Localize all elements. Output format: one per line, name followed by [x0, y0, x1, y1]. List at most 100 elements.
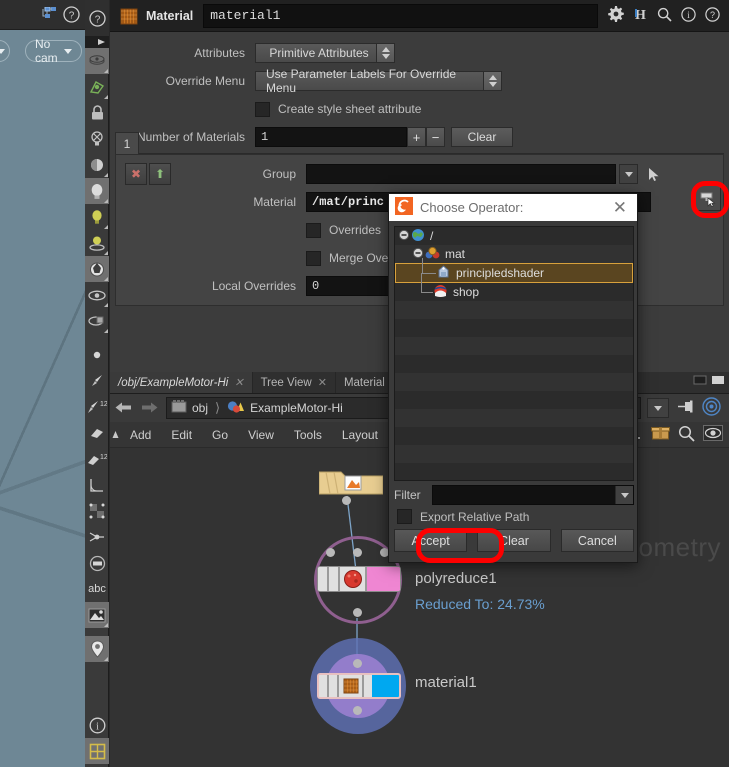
camera-globe-icon[interactable] — [85, 256, 109, 282]
info-icon[interactable]: i — [85, 712, 109, 738]
parameter-node-name: material1 — [210, 8, 280, 23]
target-icon[interactable] — [702, 397, 721, 419]
viewport-tool-shelf[interactable]: ? — [85, 0, 109, 767]
material-tab-1[interactable]: 1 — [115, 132, 139, 154]
info-icon[interactable]: i — [681, 7, 696, 25]
group-dropdown-button[interactable] — [619, 164, 638, 184]
attributes-dropdown[interactable]: Primitive Attributes — [255, 43, 395, 63]
chevron-down-icon — [621, 493, 629, 498]
attributes-value: Primitive Attributes — [269, 46, 368, 60]
export-relative-path-checkbox[interactable] — [397, 509, 412, 524]
back-button[interactable] — [110, 397, 136, 419]
material-delete-button[interactable]: ✖ — [125, 163, 147, 185]
image-icon[interactable] — [85, 602, 109, 628]
menu-tools[interactable]: Tools — [284, 428, 332, 442]
maximize-icon[interactable] — [711, 374, 725, 389]
help-icon[interactable]: ? — [705, 7, 720, 25]
network-path-dropdown[interactable] — [647, 398, 669, 418]
network-share-icon[interactable] — [41, 7, 57, 25]
viewport-view-menu[interactable] — [0, 40, 10, 62]
select-icon[interactable] — [85, 48, 109, 74]
search-icon[interactable] — [678, 425, 695, 445]
file-node-output[interactable] — [342, 496, 351, 505]
abc-icon[interactable]: abc — [85, 576, 109, 602]
axis-icon[interactable] — [85, 524, 109, 550]
override-menu-dropdown[interactable]: Use Parameter Labels For Override Menu — [255, 71, 502, 91]
eye-icon[interactable] — [85, 282, 109, 308]
help-icon[interactable]: ? — [63, 6, 80, 26]
network-tab-tree-view[interactable]: Tree View ✕ — [253, 372, 336, 393]
dialog-titlebar[interactable]: Choose Operator: ✕ — [389, 194, 637, 221]
close-icon[interactable]: ✕ — [318, 376, 327, 389]
houdini-h-icon[interactable]: H — [633, 6, 648, 25]
style-sheet-checkbox[interactable] — [255, 102, 270, 117]
tree-row-shop[interactable]: shop — [395, 283, 633, 301]
file-node[interactable] — [319, 468, 383, 494]
polyreduce-input-1[interactable] — [353, 548, 362, 557]
paint-12-icon[interactable]: 12 — [85, 446, 109, 472]
gear-icon[interactable] — [608, 6, 624, 25]
pin-icon[interactable] — [677, 399, 694, 417]
polyreduce-node[interactable] — [317, 566, 401, 592]
menu-layout[interactable]: Layout — [332, 428, 388, 442]
material-move-up-button[interactable]: ⬆ — [149, 163, 171, 185]
close-icon[interactable]: ✕ — [609, 199, 631, 216]
network-tab-obj-examplemotor-hi[interactable]: /obj/ExampleMotor-Hi ✕ — [110, 372, 253, 393]
viewport-camera-menu[interactable]: No cam — [25, 40, 82, 62]
group-input[interactable] — [306, 164, 616, 184]
brush-icon[interactable] — [85, 368, 109, 394]
polyreduce-output[interactable] — [353, 608, 362, 617]
area-light-icon[interactable] — [85, 230, 109, 256]
cancel-button[interactable]: Cancel — [561, 529, 634, 552]
close-icon[interactable]: ✕ — [234, 376, 243, 389]
filter-input[interactable] — [432, 485, 634, 505]
menu-go[interactable]: Go — [202, 428, 238, 442]
shelf-help-icon[interactable]: ? — [85, 0, 109, 36]
menu-add[interactable]: Add — [120, 428, 161, 442]
filter-dropdown-button[interactable] — [615, 486, 633, 504]
operator-tree[interactable]: / mat principledshader — [394, 226, 634, 481]
group-pick-button[interactable] — [643, 164, 665, 184]
breadcrumb-item-obj[interactable]: obj — [171, 400, 208, 416]
minimize-icon[interactable] — [693, 374, 707, 389]
shelf-collapse-arrow-icon[interactable] — [85, 36, 109, 48]
material-input[interactable] — [353, 659, 362, 668]
menu-edit[interactable]: Edit — [161, 428, 202, 442]
point-light-icon[interactable] — [85, 204, 109, 230]
tree-row-mat[interactable]: mat — [395, 245, 633, 263]
handle-icon[interactable] — [85, 74, 109, 100]
paint-icon[interactable] — [85, 420, 109, 446]
menu-view[interactable]: View — [238, 428, 284, 442]
polyreduce-input-0[interactable] — [326, 548, 335, 557]
box-icon[interactable] — [651, 425, 670, 444]
tree-row-empty — [395, 337, 633, 355]
eye-icon[interactable] — [703, 425, 723, 444]
sphere-light-icon[interactable] — [85, 152, 109, 178]
point-icon[interactable] — [85, 342, 109, 368]
expander-minus-icon[interactable] — [398, 229, 410, 244]
pin-marker-icon[interactable] — [85, 636, 109, 662]
lock-icon[interactable] — [85, 100, 109, 126]
merge-overrides-checkbox[interactable] — [306, 251, 321, 266]
overrides-checkbox[interactable] — [306, 223, 321, 238]
disc-icon[interactable] — [85, 550, 109, 576]
material-output[interactable] — [353, 706, 362, 715]
bulb-light-icon[interactable] — [85, 178, 109, 204]
paint-eye-icon[interactable] — [85, 308, 109, 334]
breadcrumb-item-examplemotor-hi[interactable]: ExampleMotor-Hi — [227, 400, 343, 417]
angle-icon[interactable] — [85, 472, 109, 498]
search-icon[interactable] — [657, 7, 672, 25]
menu-scroll-up-icon[interactable] — [110, 430, 120, 439]
material-node[interactable] — [317, 673, 401, 699]
overrides-label: Overrides — [329, 223, 381, 237]
forward-button[interactable] — [136, 397, 162, 419]
viewport-canvas[interactable]: No cam — [0, 30, 85, 767]
tree-row-root[interactable]: / — [395, 227, 633, 245]
parameter-node-name-field[interactable]: material1 — [203, 4, 598, 28]
tree-row-principledshader[interactable]: principledshader — [395, 263, 633, 283]
checker-icon[interactable] — [85, 498, 109, 524]
brush-12-icon[interactable]: 12 — [85, 394, 109, 420]
polyreduce-node-label: polyreduce1 — [415, 570, 497, 587]
no-light-icon[interactable] — [85, 126, 109, 152]
grid-icon[interactable] — [85, 738, 109, 764]
